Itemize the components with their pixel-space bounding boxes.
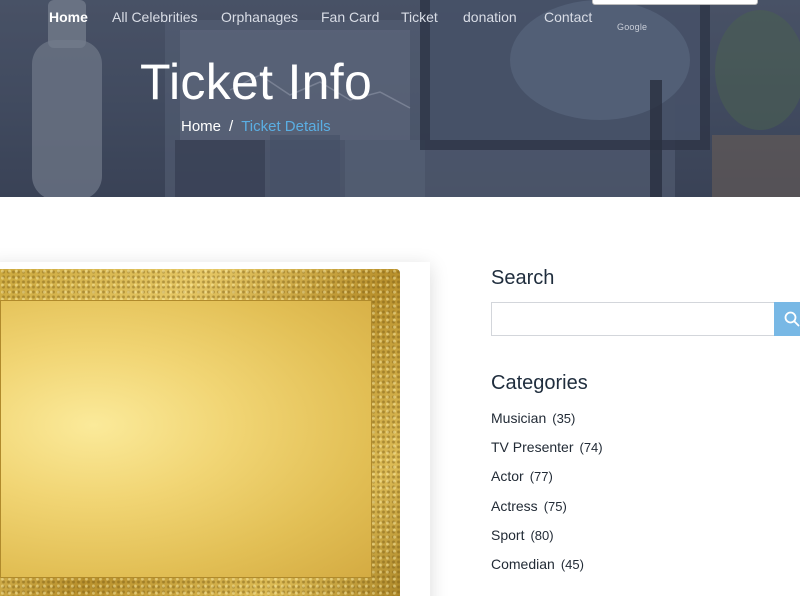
category-count: (35) [552, 411, 576, 426]
ticket-gold-panel [0, 300, 372, 578]
category-count: (45) [560, 556, 584, 572]
nav-item-orphanages[interactable]: Orphanages [221, 8, 298, 26]
category-count: (80) [530, 527, 554, 543]
search-input[interactable] [491, 302, 775, 336]
categories-heading: Categories [491, 372, 588, 394]
category-item-musician[interactable]: Musician (35) [491, 409, 603, 438]
page-title: Ticket Info [140, 54, 373, 110]
category-label: Musician [491, 410, 547, 426]
category-label: Actress [491, 497, 538, 514]
nav-item-contact[interactable]: Contact [544, 8, 592, 26]
main-nav: Home All Celebrities Orphanages Fan Card… [0, 8, 800, 30]
category-label: TV Presenter [491, 439, 574, 456]
language-select[interactable] [592, 0, 758, 5]
breadcrumb-home-link[interactable]: Home [181, 118, 221, 135]
category-count: (77) [529, 469, 553, 485]
nav-item-all-celebrities[interactable]: All Celebrities [112, 8, 198, 26]
category-item-comedian[interactable]: Comedian (45) [491, 555, 603, 584]
search-form [491, 302, 800, 336]
breadcrumb-separator: / [229, 118, 234, 135]
category-item-actress[interactable]: Actress (75) [491, 497, 603, 526]
category-count: (75) [543, 498, 567, 514]
search-button[interactable] [774, 302, 800, 336]
nav-item-donation[interactable]: donation [463, 8, 517, 26]
search-heading: Search [491, 267, 555, 289]
nav-item-fan-card[interactable]: Fan Card [321, 8, 379, 26]
category-item-actor[interactable]: Actor (77) [491, 467, 603, 496]
nav-item-home[interactable]: Home [49, 8, 88, 26]
hero-banner: Home All Celebrities Orphanages Fan Card… [0, 0, 800, 197]
category-label: Actor [491, 468, 524, 485]
search-icon [784, 311, 800, 327]
category-count: (74) [579, 440, 603, 456]
category-list: Musician (35) TV Presenter (74) Actor (77) … [491, 409, 603, 584]
category-item-tv-presenter[interactable]: TV Presenter (74) [491, 438, 603, 467]
breadcrumb: Home / Ticket Details [181, 118, 331, 136]
category-label: Comedian [491, 555, 555, 572]
google-translate-brand: Google [617, 22, 648, 32]
breadcrumb-current: Ticket Details [241, 118, 331, 135]
nav-item-ticket[interactable]: Ticket [401, 8, 438, 26]
category-label: Sport [491, 526, 525, 543]
category-item-sport[interactable]: Sport (80) [491, 526, 603, 555]
